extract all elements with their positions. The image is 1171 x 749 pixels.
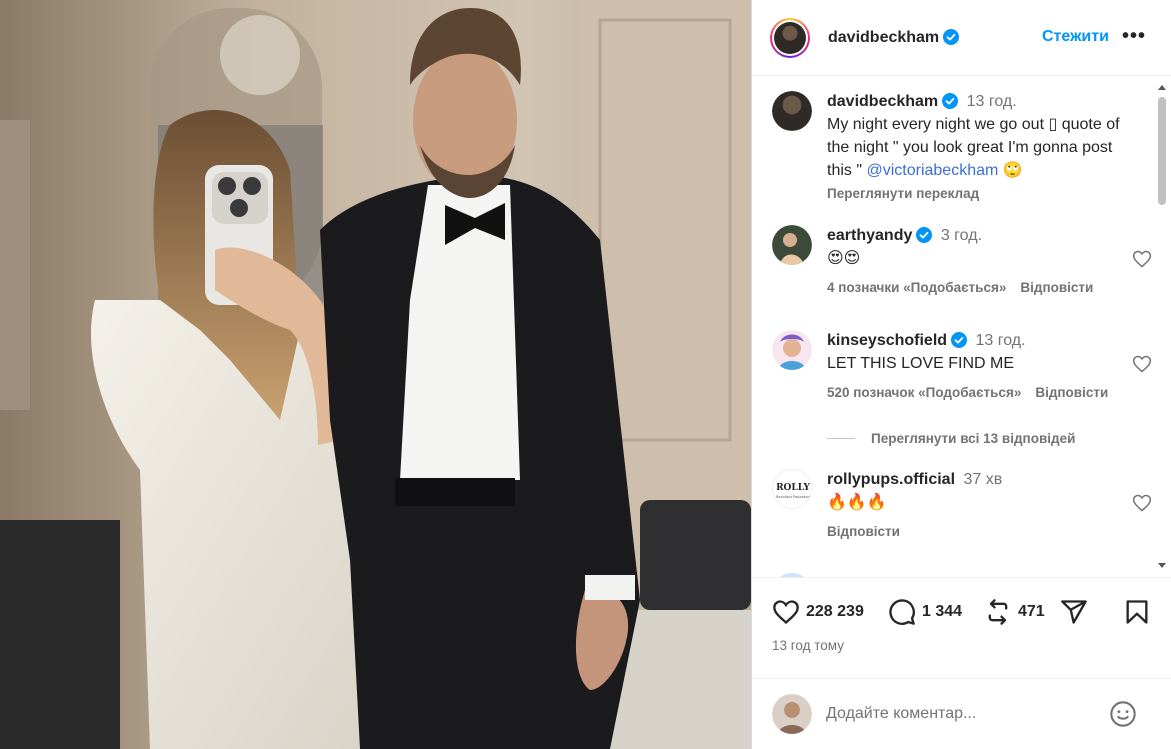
replies-divider (827, 438, 855, 439)
comment-time[interactable]: 13 год. (976, 332, 1026, 349)
comment-count[interactable]: 1 344 (922, 603, 962, 621)
share-icon (1061, 600, 1087, 624)
caption-text: My night every night we go out ▯ quote o… (827, 113, 1137, 182)
story-ring[interactable] (770, 17, 810, 58)
emoji-icon[interactable] (1109, 700, 1137, 728)
post-image (0, 0, 751, 749)
comment-avatar[interactable] (772, 330, 812, 370)
comment-text: 😍😍 (827, 250, 861, 267)
reply-button[interactable]: Відповісти (827, 524, 900, 539)
like-comment-heart-icon[interactable] (1132, 354, 1152, 374)
verified-badge-icon (916, 227, 933, 243)
comment-avatar[interactable]: ROLLY Recollect Paparazzi (772, 469, 812, 509)
comment-text: LET THIS LOVE FIND ME (827, 355, 1015, 372)
repost-button[interactable]: 471 (984, 598, 1045, 626)
save-button[interactable] (1123, 598, 1151, 626)
post-header: davidbeckham Стежити ••• (752, 0, 1171, 76)
mention-link[interactable]: @victoriabeckham (866, 162, 998, 179)
follow-button[interactable]: Стежити (1042, 28, 1109, 46)
view-replies-button[interactable]: Переглянути всі 13 відповідей (827, 431, 1075, 446)
comments-list: davidbeckham 13 год. My night every nigh… (752, 77, 1171, 577)
repost-icon (988, 599, 1008, 625)
comment-text: 🔥🔥🔥 (827, 494, 887, 511)
post-photo[interactable] (0, 0, 751, 749)
header-username-text[interactable]: davidbeckham (828, 29, 939, 46)
post-timestamp[interactable]: 13 год тому (772, 638, 844, 653)
avatar-logo-text: ROLLY (776, 483, 810, 493)
reply-button[interactable]: Відповісти (1020, 280, 1093, 295)
see-translation-link[interactable]: Переглянути переклад (827, 186, 1137, 201)
avatar-logo-sub: Recollect Paparazzi (776, 495, 810, 499)
heart-icon (773, 600, 799, 625)
header-username[interactable]: davidbeckham (828, 28, 960, 47)
post-sidebar: davidbeckham Стежити ••• davidbeckham 13… (751, 0, 1171, 749)
current-user-avatar (772, 694, 812, 734)
comment-meta: 4 позначки «Подобається» Відповісти (827, 280, 1137, 295)
more-options-icon[interactable]: ••• (1122, 26, 1146, 46)
caption-avatar[interactable] (772, 91, 812, 131)
comment-username[interactable]: rollypups.official (827, 471, 955, 488)
post-actions: 228 239 1 344 471 13 год тому (752, 577, 1171, 749)
like-button[interactable]: 228 239 (772, 598, 864, 626)
comment-time[interactable]: 37 хв (963, 471, 1002, 488)
like-comment-heart-icon[interactable] (1132, 493, 1152, 513)
scroll-up-arrow-icon[interactable] (1158, 85, 1166, 90)
comment-username[interactable]: kinseyschofield (827, 332, 947, 349)
repost-count[interactable]: 471 (1018, 603, 1045, 621)
comment-likes[interactable]: 4 позначки «Подобається» (827, 280, 1006, 295)
avatar[interactable] (774, 21, 806, 54)
caption-time[interactable]: 13 год. (967, 93, 1017, 110)
comments-scrollbar[interactable] (1155, 85, 1169, 575)
post-dialog: davidbeckham Стежити ••• davidbeckham 13… (0, 0, 1171, 749)
verified-badge-icon (942, 93, 959, 109)
caption-username[interactable]: davidbeckham (827, 93, 938, 110)
scroll-down-arrow-icon[interactable] (1158, 563, 1166, 568)
comment-time[interactable]: 3 год. (941, 227, 982, 244)
comment-avatar[interactable] (772, 225, 812, 265)
comment-icon (889, 599, 915, 625)
caption-emoji: 🙄 (1002, 162, 1023, 179)
comment-meta: 520 позначок «Подобається» Відповісти (827, 385, 1137, 400)
verified-badge-icon (943, 28, 960, 45)
view-replies-label[interactable]: Переглянути всі 13 відповідей (871, 431, 1075, 446)
comment-username[interactable]: earthyandy (827, 227, 912, 244)
scrollbar-thumb[interactable] (1158, 97, 1166, 205)
add-comment-bar (752, 678, 1171, 749)
comment-button[interactable]: 1 344 (888, 598, 962, 626)
like-comment-heart-icon[interactable] (1132, 249, 1152, 269)
comment-meta: Відповісти (827, 524, 1137, 539)
add-comment-input[interactable] (826, 699, 1096, 729)
reply-button[interactable]: Відповісти (1035, 385, 1108, 400)
share-button[interactable] (1060, 598, 1088, 626)
like-count[interactable]: 228 239 (806, 603, 864, 621)
comment-likes[interactable]: 520 позначок «Подобається» (827, 385, 1021, 400)
verified-badge-icon (951, 332, 968, 348)
bookmark-icon (1126, 600, 1148, 624)
